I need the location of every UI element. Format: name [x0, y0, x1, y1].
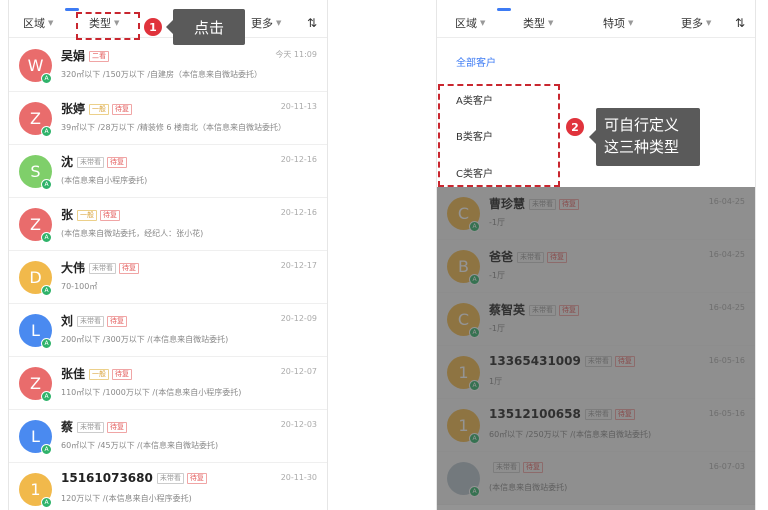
status-tag: 待复 [107, 157, 128, 168]
status-tag: 一般 [77, 210, 98, 221]
customer-name: 蔡未带看 待复 [61, 418, 128, 435]
sort-icon[interactable]: ⇅ [735, 8, 745, 38]
timestamp: 20-12-16 [280, 155, 317, 164]
customer-name: 张婷 一般 待复 [61, 100, 133, 117]
status-tag: 待复 [107, 422, 128, 433]
menu-item-all-customers[interactable]: 全部客户 [456, 54, 496, 69]
caret-down-icon: ▼ [276, 19, 282, 27]
status-tag: 未带看 [77, 316, 105, 327]
agent-badge-icon: A [41, 444, 52, 455]
timestamp: 20-12-03 [280, 420, 317, 429]
list-item[interactable]: D A 大伟 未带看 待复 20-12-17 70-100㎡ [9, 251, 327, 304]
phone-screen-left: 区域 ▼ 类型 ▼ 更多 ▼ ⇅ W A 吴娟 二看 今天 11:09 320㎡以下 /150万… [8, 0, 328, 510]
customer-name: 张一般 待复 [61, 206, 121, 223]
timestamp: 20-12-09 [280, 314, 317, 323]
filter-bar: 区域 ▼ 类型 ▼ 特项 ▼ 更多 ▼ ⇅ [437, 8, 755, 38]
customer-requirement: 320㎡以下 /150万以下 /自建房（本信息来自微站委托） [61, 70, 263, 79]
active-tab-indicator [65, 8, 79, 11]
status-tag: 待复 [100, 210, 121, 221]
customer-requirement: 200㎡以下 /300万以下 /(本信息来自微站委托) [61, 335, 229, 344]
caret-down-icon: ▼ [48, 19, 54, 27]
timestamp: 20-12-16 [280, 208, 317, 217]
filter-special[interactable]: 特项 ▼ [603, 8, 633, 38]
phone-screen-right: 区域▼ 类型▼ 特项▼ 更多▼ ⇅ 全部客户 A类客户 B类客户 C类客户 CA… [436, 0, 756, 510]
customer-requirement: 39㎡以下 /28万以下 /精装修 6 楼南北（本信息来自微站委托） [61, 123, 287, 132]
caret-down-icon: ▼ [706, 19, 712, 27]
agent-badge-icon: A [41, 179, 52, 190]
active-tab-indicator [497, 8, 511, 11]
customer-requirement: (本信息来自小程序委托) [61, 176, 148, 185]
customer-name: 沈未带看 待复 [61, 153, 128, 170]
status-tag: 未带看 [89, 263, 117, 274]
highlight-box-type-options [438, 84, 560, 187]
customer-requirement: 70-100㎡ [61, 282, 98, 291]
customer-requirement: 60㎡以下 /45万以下 /(本信息来自微站委托) [61, 441, 219, 450]
filter-type[interactable]: 类型 ▼ [523, 8, 553, 38]
filter-more[interactable]: 更多 ▼ [251, 8, 281, 38]
agent-badge-icon: A [41, 73, 52, 84]
caret-down-icon: ▼ [548, 19, 554, 27]
list-item[interactable]: L A 刘未带看 待复 20-12-09 200㎡以下 /300万以下 /(本信息来自微站… [9, 304, 327, 357]
sort-icon[interactable]: ⇅ [307, 8, 317, 38]
customer-name: 张佳 一般 待复 [61, 365, 133, 382]
agent-badge-icon: A [41, 391, 52, 402]
status-tag: 未带看 [77, 422, 105, 433]
status-tag: 待复 [119, 263, 140, 274]
status-tag: 未带看 [77, 157, 105, 168]
customer-name: 吴娟 二看 [61, 47, 110, 64]
list-item[interactable]: L A 蔡未带看 待复 20-12-03 60㎡以下 /45万以下 /(本信息来自微站委托… [9, 410, 327, 463]
agent-badge-icon: A [41, 285, 52, 296]
status-tag: 未带看 [156, 473, 184, 484]
status-tag: 一般 [89, 104, 110, 115]
list-item[interactable]: 1 A 15161073680 未带看 待复 20-11-30 120万以下 /(本信息来自… [9, 463, 327, 510]
agent-badge-icon: A [41, 338, 52, 349]
customer-name: 刘未带看 待复 [61, 312, 128, 329]
customer-name: 15161073680 未带看 待复 [61, 471, 207, 485]
status-tag: 二看 [89, 51, 110, 62]
filter-region[interactable]: 区域 ▼ [23, 8, 53, 38]
customer-requirement: 110㎡以下 /1000万以下 /(本信息来自小程序委托) [61, 388, 242, 397]
highlight-box-type-filter [76, 12, 140, 40]
callout-tip-1: 点击 [166, 9, 245, 45]
list-item[interactable]: Z A 张婷 一般 待复 20-11-13 39㎡以下 /28万以下 /精装修 6 楼南北（… [9, 92, 327, 145]
status-tag: 待复 [112, 104, 133, 115]
filter-region[interactable]: 区域 ▼ [455, 8, 485, 38]
status-tag: 一般 [89, 369, 110, 380]
list-item[interactable]: W A 吴娟 二看 今天 11:09 320㎡以下 /150万以下 /自建房（本信息来自微… [9, 39, 327, 92]
timestamp: 20-12-07 [280, 367, 317, 376]
agent-badge-icon: A [41, 497, 52, 508]
callout-tip-2: 可自行定义 这三种类型 [589, 108, 700, 166]
timestamp: 20-11-30 [280, 473, 317, 482]
customer-list: W A 吴娟 二看 今天 11:09 320㎡以下 /150万以下 /自建房（本信息来自微… [9, 39, 327, 510]
caret-down-icon: ▼ [628, 19, 634, 27]
timestamp: 今天 11:09 [275, 50, 317, 59]
list-item[interactable]: Z A 张佳 一般 待复 20-12-07 110㎡以下 /1000万以下 /(本信息来自小… [9, 357, 327, 410]
filter-more[interactable]: 更多 ▼ [681, 8, 711, 38]
list-item[interactable]: S A 沈未带看 待复 20-12-16 (本信息来自小程序委托) [9, 145, 327, 198]
timestamp: 20-12-17 [280, 261, 317, 270]
customer-requirement: 120万以下 /(本信息来自小程序委托) [61, 494, 192, 503]
status-tag: 待复 [112, 369, 133, 380]
status-tag: 待复 [186, 473, 207, 484]
customer-requirement: (本信息来自微站委托，经纪人：张小花) [61, 229, 204, 238]
dim-overlay[interactable] [437, 187, 755, 510]
status-tag: 待复 [107, 316, 128, 327]
customer-name: 大伟 未带看 待复 [61, 259, 140, 276]
caret-down-icon: ▼ [480, 19, 486, 27]
step-number-1: 1 [144, 18, 162, 36]
agent-badge-icon: A [41, 232, 52, 243]
agent-badge-icon: A [41, 126, 52, 137]
timestamp: 20-11-13 [280, 102, 317, 111]
step-number-2: 2 [566, 118, 584, 136]
list-item[interactable]: Z A 张一般 待复 20-12-16 (本信息来自微站委托，经纪人：张小花) [9, 198, 327, 251]
